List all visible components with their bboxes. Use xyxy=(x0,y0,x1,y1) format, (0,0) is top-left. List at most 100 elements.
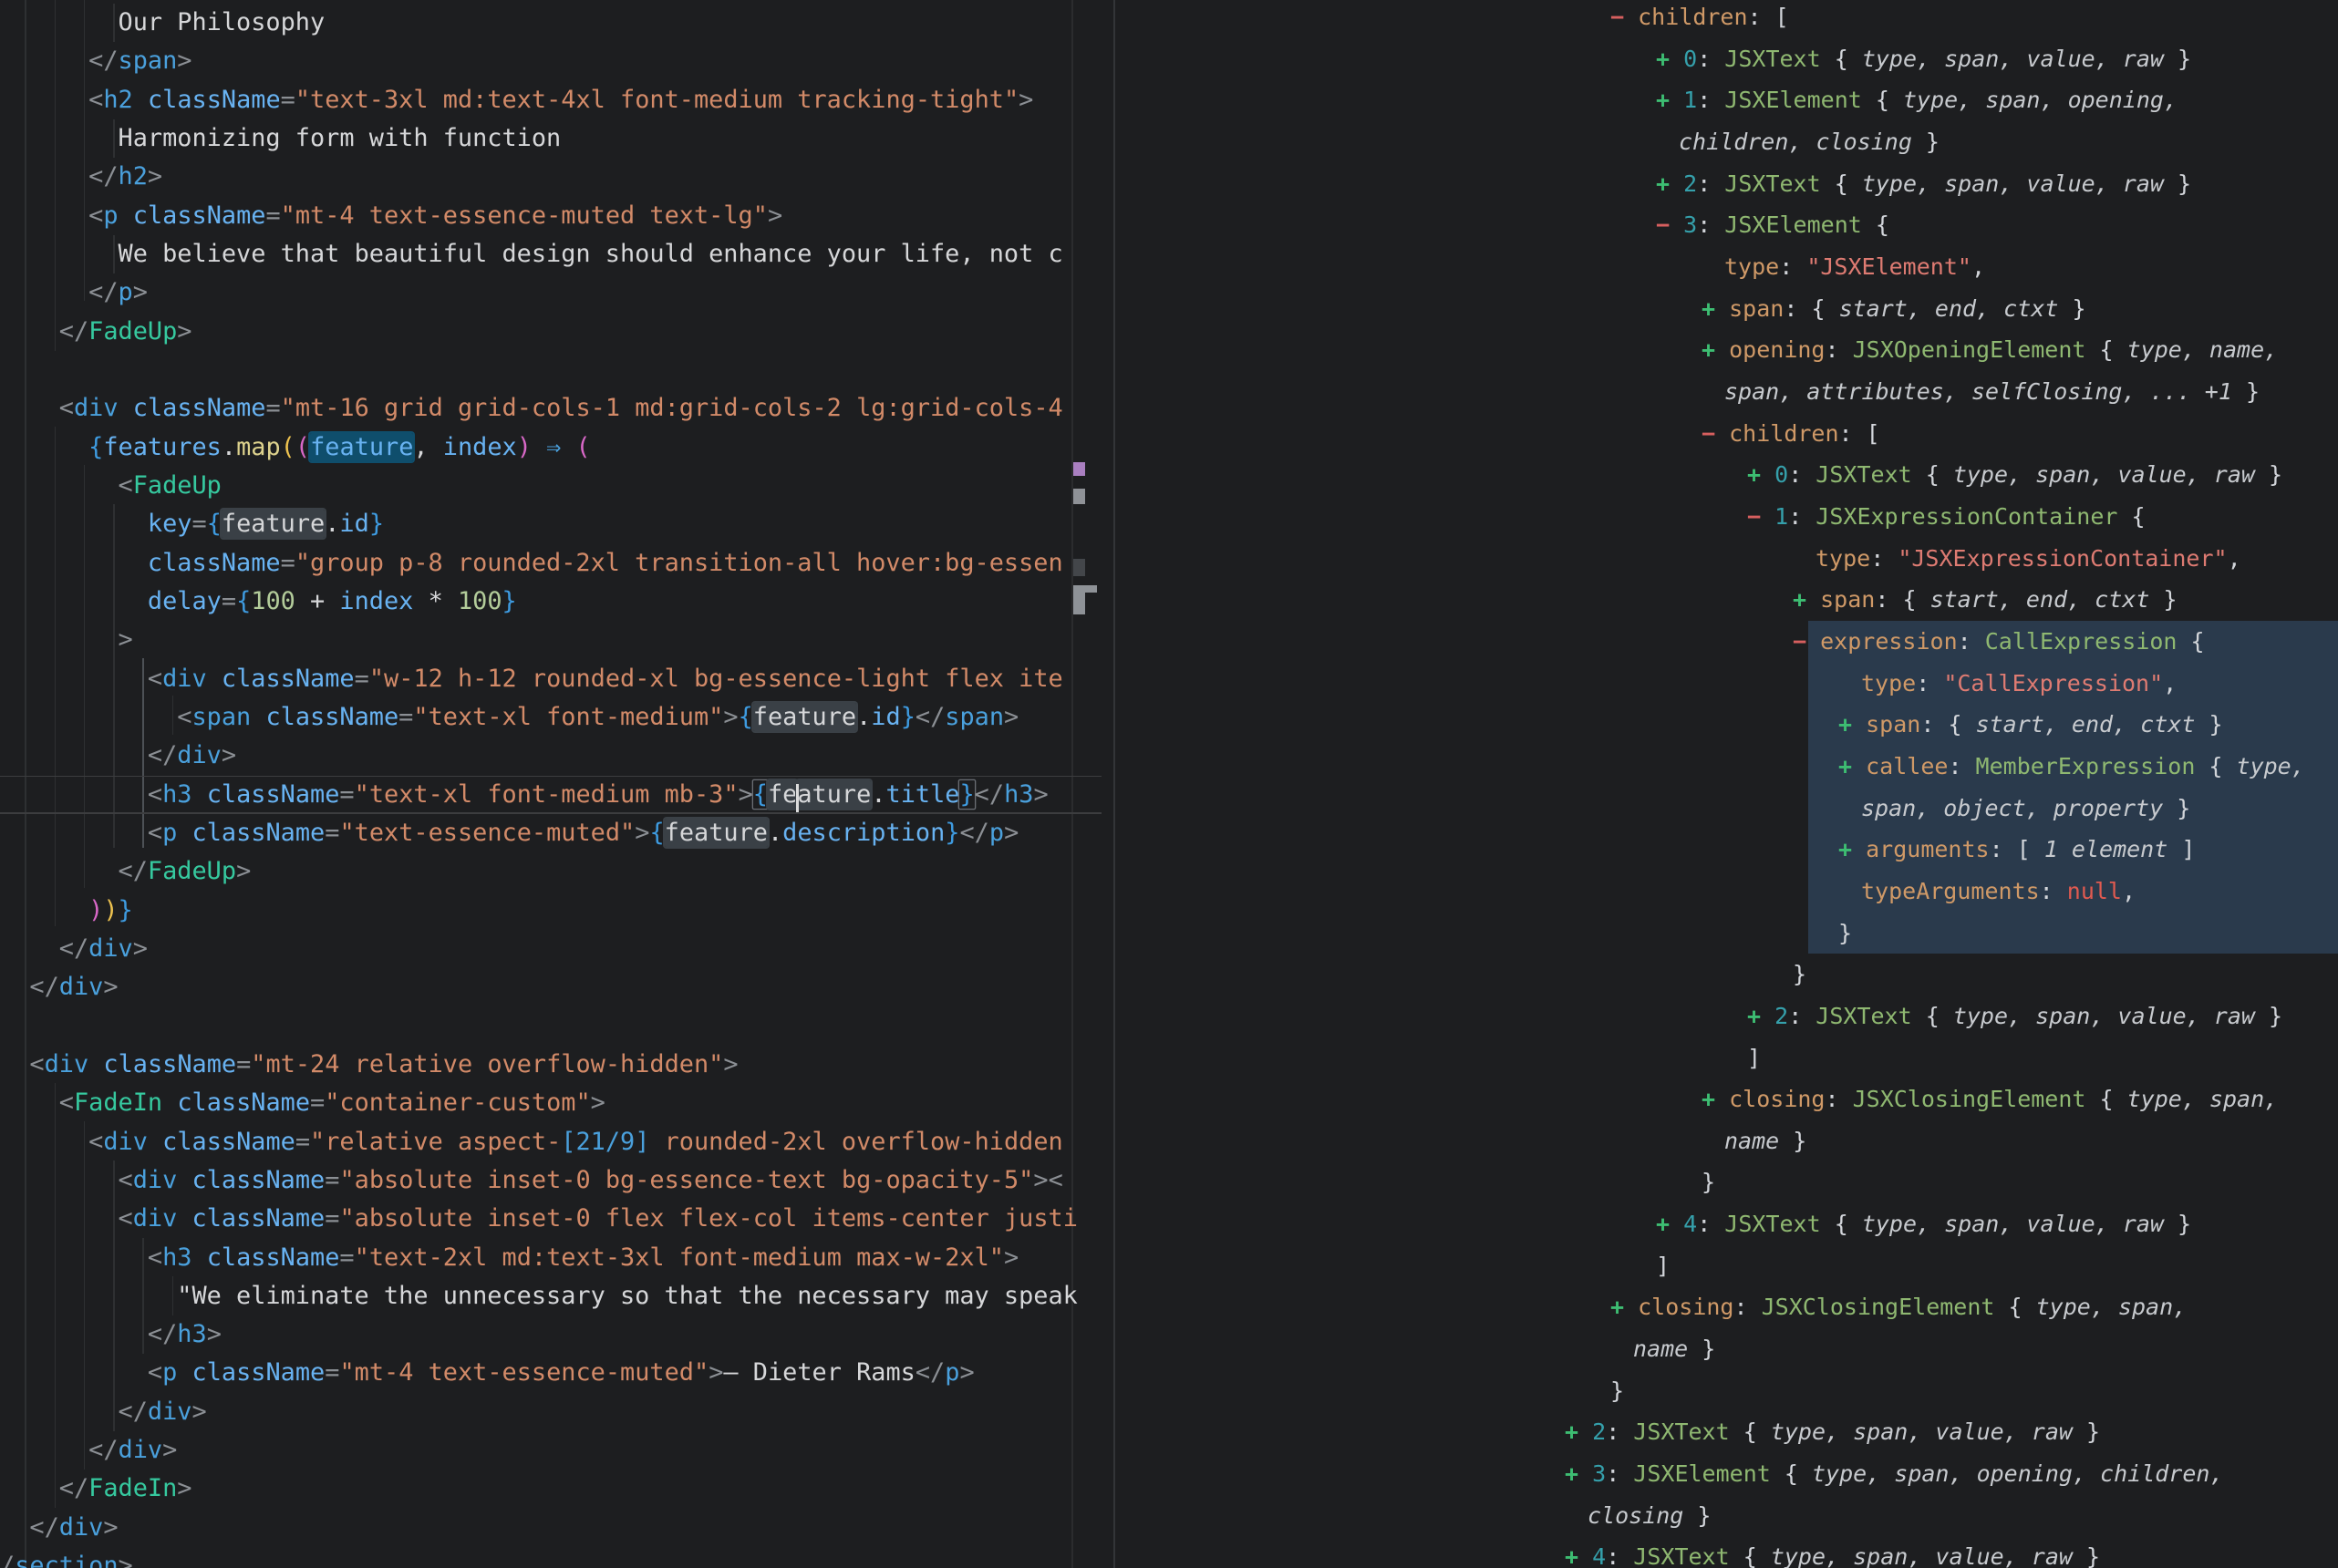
ast-line[interactable]: + closing: JSXClosingElement { type, spa… xyxy=(1610,1286,2187,1328)
code-line[interactable] xyxy=(0,351,1078,389)
code-line[interactable]: {features.map((feature, index) ⇒ ( xyxy=(0,428,1078,467)
expand-icon[interactable]: + xyxy=(1838,711,1852,738)
ast-line[interactable]: name } xyxy=(1633,1328,1715,1370)
ast-line[interactable]: + 4: JSXText { type, span, value, raw } xyxy=(1656,1203,2191,1245)
ast-line[interactable]: + 2: JSXText { type, span, value, raw } xyxy=(1747,995,2282,1037)
code-line[interactable]: <h3 className="text-xl font-medium mb-3"… xyxy=(0,776,1078,814)
code-line[interactable]: className="group p-8 rounded-2xl transit… xyxy=(0,544,1078,583)
ast-line[interactable]: + 3: JSXElement { type, span, opening, c… xyxy=(1565,1453,2224,1495)
code-line[interactable]: Our Philosophy xyxy=(0,4,1078,42)
ast-line[interactable]: + span: { start, end, ctxt } xyxy=(1702,288,2086,330)
expand-icon[interactable]: + xyxy=(1838,836,1852,862)
code-line[interactable]: <p className="text-essence-muted">{featu… xyxy=(0,814,1078,852)
collapse-icon[interactable]: − xyxy=(1702,420,1715,447)
expand-icon[interactable]: + xyxy=(1702,295,1715,322)
ast-line[interactable]: − 1: JSXExpressionContainer { xyxy=(1747,496,2146,538)
code-line[interactable]: </div> xyxy=(0,1431,1078,1470)
ast-line[interactable]: children, closing } xyxy=(1679,121,1940,163)
code-line[interactable]: <h2 className="text-3xl md:text-4xl font… xyxy=(0,81,1078,119)
collapse-icon[interactable]: − xyxy=(1793,628,1806,655)
collapse-icon[interactable]: − xyxy=(1610,4,1624,30)
expand-icon[interactable]: + xyxy=(1656,46,1670,72)
code-line[interactable]: <span className="text-xl font-medium">{f… xyxy=(0,698,1078,737)
code-line[interactable]: </span> xyxy=(0,42,1078,80)
ast-tree-pane[interactable]: − children: [+ 0: JSXText { type, span, … xyxy=(1114,0,2338,1568)
ast-line[interactable]: + span: { start, end, ctxt } xyxy=(1838,704,2223,746)
ast-line[interactable]: } xyxy=(1793,954,1806,995)
ast-line[interactable]: span, object, property } xyxy=(1861,788,2190,830)
code-line[interactable]: </FadeIn> xyxy=(0,1470,1078,1508)
code-line[interactable] xyxy=(0,1007,1078,1046)
ast-line[interactable]: + opening: JSXOpeningElement { type, nam… xyxy=(1702,329,2278,371)
ast-line[interactable]: + closing: JSXClosingElement { type, spa… xyxy=(1702,1078,2278,1120)
ast-line[interactable]: + 2: JSXText { type, span, value, raw } xyxy=(1565,1411,2100,1453)
code-line[interactable]: </FadeUp> xyxy=(0,313,1078,351)
ast-line[interactable]: + 4: JSXText { type, span, value, raw } xyxy=(1565,1536,2100,1568)
code-line[interactable]: <div className="absolute inset-0 bg-esse… xyxy=(0,1161,1078,1200)
ast-line[interactable]: typeArguments: null, xyxy=(1861,871,2136,913)
code-line[interactable]: <p className="mt-4 text-essence-muted te… xyxy=(0,197,1078,235)
expand-icon[interactable]: + xyxy=(1702,336,1715,363)
ast-line[interactable]: − children: [ xyxy=(1702,413,1880,455)
code-line[interactable]: <h3 className="text-2xl md:text-3xl font… xyxy=(0,1239,1078,1277)
ast-line[interactable]: } xyxy=(1610,1370,1624,1412)
code-line[interactable]: We believe that beautiful design should … xyxy=(0,235,1078,273)
ast-line[interactable]: ] xyxy=(1656,1245,1670,1287)
ast-line[interactable]: } xyxy=(1838,913,1852,954)
expand-icon[interactable]: + xyxy=(1565,1418,1578,1445)
ast-line[interactable]: ] xyxy=(1747,1037,1761,1079)
ast-line[interactable]: span, attributes, selfClosing, ... +1 } xyxy=(1724,371,2260,413)
ast-line[interactable]: + 0: JSXText { type, span, value, raw } xyxy=(1656,38,2191,80)
ast-line[interactable]: type: "JSXElement", xyxy=(1724,246,1985,288)
expand-icon[interactable]: + xyxy=(1610,1294,1624,1320)
ast-line[interactable]: type: "CallExpression", xyxy=(1861,663,2177,705)
code-line[interactable]: <div className="mt-24 relative overflow-… xyxy=(0,1046,1078,1084)
expand-icon[interactable]: + xyxy=(1656,1211,1670,1237)
ast-line[interactable]: type: "JSXExpressionContainer", xyxy=(1816,538,2241,580)
code-line[interactable]: </div> xyxy=(0,968,1078,1006)
code-line[interactable]: delay={100 + index * 100} xyxy=(0,583,1078,621)
expand-icon[interactable]: + xyxy=(1747,461,1761,488)
code-line[interactable]: <p className="mt-4 text-essence-muted">—… xyxy=(0,1354,1078,1392)
expand-icon[interactable]: + xyxy=(1656,170,1670,197)
code-line[interactable]: key={feature.id} xyxy=(0,505,1078,543)
ast-line[interactable]: − 3: JSXElement { xyxy=(1656,204,1889,246)
collapse-icon[interactable]: − xyxy=(1747,503,1761,530)
ast-line[interactable]: + 1: JSXElement { type, span, opening, xyxy=(1656,79,2178,121)
code-text[interactable]: Our Philosophy </span> <h2 className="te… xyxy=(0,4,1078,1568)
ast-line[interactable]: + span: { start, end, ctxt } xyxy=(1793,579,2178,621)
expand-icon[interactable]: + xyxy=(1838,753,1852,779)
collapse-icon[interactable]: − xyxy=(1656,211,1670,238)
code-editor-pane[interactable]: Our Philosophy </span> <h2 className="te… xyxy=(0,0,1102,1568)
expand-icon[interactable]: + xyxy=(1656,87,1670,113)
ast-line[interactable]: + 2: JSXText { type, span, value, raw } xyxy=(1656,163,2191,205)
code-line[interactable]: <FadeUp xyxy=(0,467,1078,505)
code-line[interactable]: > xyxy=(0,621,1078,659)
expand-icon[interactable]: + xyxy=(1565,1543,1578,1568)
ast-line[interactable]: + arguments: [ 1 element ] xyxy=(1838,829,2195,871)
code-line[interactable]: <div className="relative aspect-[21/9] r… xyxy=(0,1123,1078,1161)
code-line[interactable]: </div> xyxy=(0,737,1078,775)
ast-line[interactable]: name } xyxy=(1724,1120,1806,1162)
expand-icon[interactable]: + xyxy=(1747,1003,1761,1029)
ast-line[interactable]: } xyxy=(1702,1161,1715,1203)
code-line[interactable]: </div> xyxy=(0,930,1078,968)
code-line[interactable]: </p> xyxy=(0,273,1078,312)
code-line[interactable]: </h3> xyxy=(0,1315,1078,1354)
expand-icon[interactable]: + xyxy=(1702,1086,1715,1112)
code-line[interactable]: </h2> xyxy=(0,158,1078,196)
code-line[interactable]: <div className="absolute inset-0 flex fl… xyxy=(0,1200,1078,1238)
expand-icon[interactable]: + xyxy=(1793,586,1806,613)
ast-line[interactable]: closing } xyxy=(1588,1495,1711,1537)
code-line[interactable]: /section> xyxy=(0,1547,1078,1568)
code-line[interactable]: "We eliminate the unnecessary so that th… xyxy=(0,1277,1078,1315)
code-line[interactable]: </div> xyxy=(0,1393,1078,1431)
code-line[interactable]: ))} xyxy=(0,892,1078,930)
code-line[interactable]: <div className="mt-16 grid grid-cols-1 m… xyxy=(0,389,1078,428)
code-line[interactable]: </div> xyxy=(0,1509,1078,1547)
ast-line[interactable]: − children: [ xyxy=(1610,0,1789,38)
ast-line[interactable]: − expression: CallExpression { xyxy=(1793,621,2205,663)
expand-icon[interactable]: + xyxy=(1565,1460,1578,1487)
code-line[interactable]: <div className="w-12 h-12 rounded-xl bg-… xyxy=(0,660,1078,698)
code-line[interactable]: </FadeUp> xyxy=(0,852,1078,891)
